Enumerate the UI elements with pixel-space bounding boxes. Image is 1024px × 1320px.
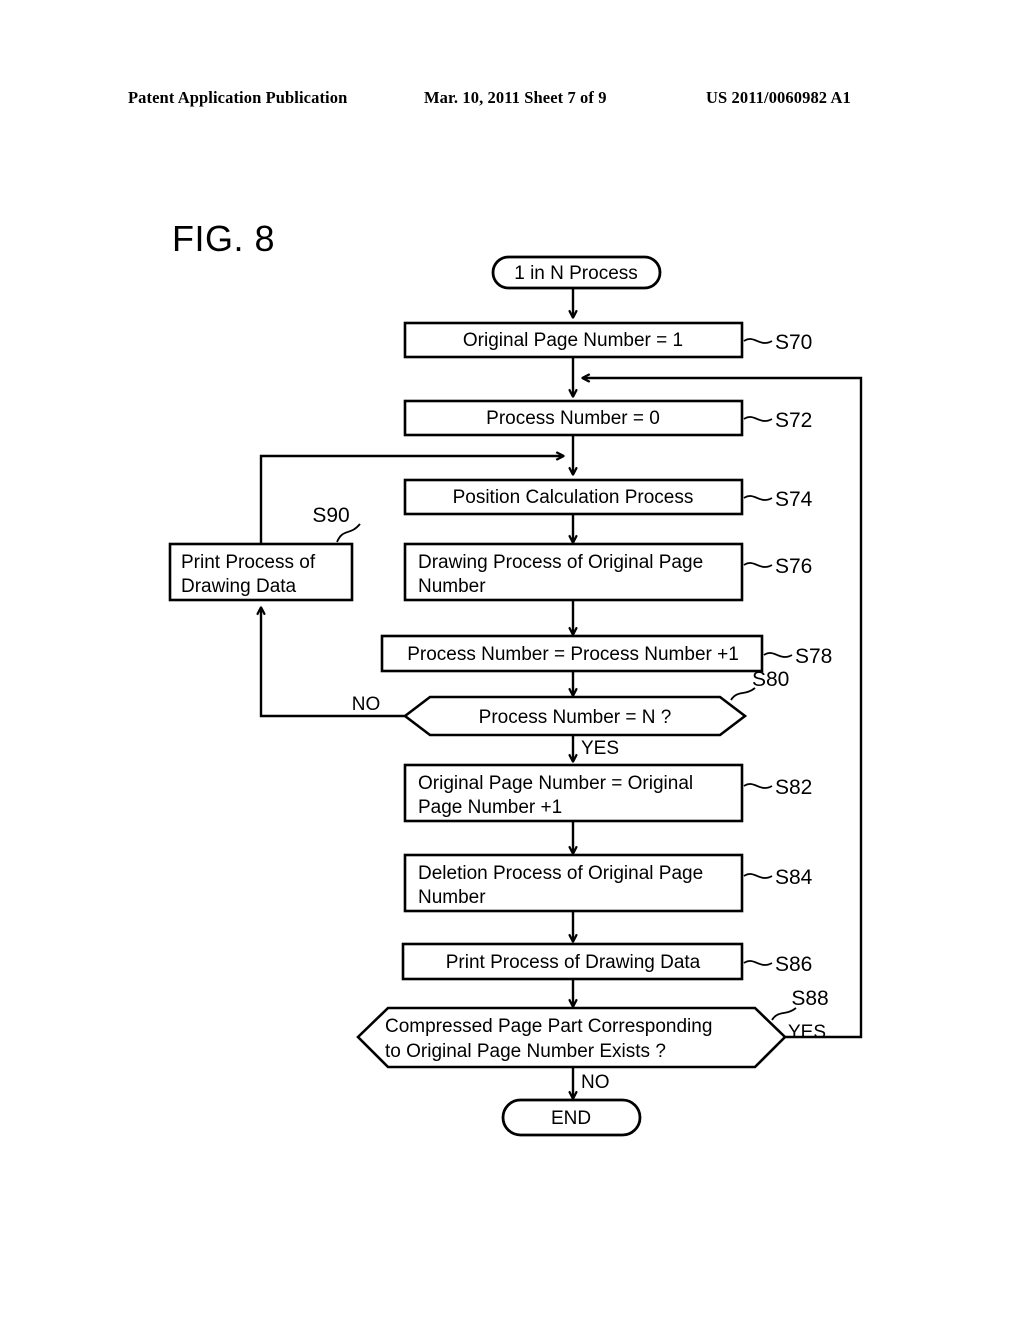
s90-box-label-line2: Drawing Data [181, 576, 297, 597]
s88-yes-edge-label: YES [788, 1022, 826, 1043]
s80-decision-label: Process Number = N ? [479, 707, 672, 728]
step-label-s72: S72 [775, 409, 812, 432]
end-terminal-label: END [551, 1108, 591, 1129]
step-label-s86: S86 [775, 953, 812, 976]
flowchart-diagram: 1 in N Process Original Page Number = 1 … [168, 255, 863, 1137]
s74-box-label: Position Calculation Process [453, 487, 694, 508]
s88-no-edge-label: NO [581, 1072, 610, 1093]
step-label-s74-group: S74 [743, 488, 813, 511]
step-label-s80-group: S80 [730, 668, 789, 701]
s78-box-label: Process Number = Process Number +1 [407, 644, 739, 665]
s70-box-label: Original Page Number = 1 [463, 330, 683, 351]
s90-box-label-line1: Print Process of [181, 552, 316, 573]
patent-figure-page: Patent Application Publication Mar. 10, … [0, 0, 1024, 1320]
s80-yes-edge-label: YES [581, 738, 619, 759]
node-s78-box[interactable]: Process Number = Process Number +1 [380, 634, 764, 673]
step-label-s78-group: S78 [763, 645, 832, 668]
step-label-s70: S70 [775, 331, 812, 354]
s82-box-label-line2: Page Number +1 [418, 797, 562, 818]
s80-no-edge-label: NO [352, 694, 381, 715]
node-s86-box[interactable]: Print Process of Drawing Data [401, 942, 744, 981]
s84-box-label-line2: Number [418, 887, 486, 908]
node-s72-box[interactable]: Process Number = 0 [403, 399, 744, 437]
s76-box-label-line2: Number [418, 576, 486, 597]
step-label-s78: S78 [795, 645, 832, 668]
node-s90-box[interactable]: Print Process of Drawing Data [168, 542, 354, 602]
s84-box-label-line1: Deletion Process of Original Page [418, 863, 703, 884]
step-label-s88-group: S88 [771, 987, 829, 1021]
step-label-s90: S90 [312, 504, 349, 527]
s82-box-label-line1: Original Page Number = Original [418, 773, 693, 794]
step-label-s70-group: S70 [743, 331, 812, 354]
node-s80-decision[interactable]: Process Number = N ? [402, 695, 748, 737]
s86-box-label: Print Process of Drawing Data [446, 952, 701, 973]
step-label-s80: S80 [752, 668, 789, 691]
node-s76-box[interactable]: Drawing Process of Original Page Number [403, 542, 744, 602]
step-label-s86-group: S86 [743, 953, 812, 976]
node-s70-box[interactable]: Original Page Number = 1 [403, 321, 744, 359]
step-label-s72-group: S72 [743, 409, 812, 432]
node-s74-box[interactable]: Position Calculation Process [403, 478, 744, 516]
node-start-terminal[interactable]: 1 in N Process [491, 255, 662, 290]
node-s82-box[interactable]: Original Page Number = Original Page Num… [403, 763, 744, 823]
step-label-s76-group: S76 [743, 555, 812, 578]
start-terminal-label: 1 in N Process [514, 263, 638, 284]
step-label-s90-group: S90 [312, 504, 361, 543]
s72-box-label: Process Number = 0 [486, 408, 660, 429]
node-end-terminal[interactable]: END [501, 1098, 642, 1137]
step-label-s88: S88 [791, 987, 828, 1010]
step-label-s82-group: S82 [743, 776, 812, 799]
s76-box-label-line1: Drawing Process of Original Page [418, 552, 703, 573]
step-label-s82: S82 [775, 776, 812, 799]
step-label-s84: S84 [775, 866, 813, 889]
node-s88-decision[interactable]: Compressed Page Part Corresponding to Or… [356, 1006, 787, 1069]
node-s84-box[interactable]: Deletion Process of Original Page Number [403, 853, 744, 913]
step-label-s74: S74 [775, 488, 813, 511]
step-label-s76: S76 [775, 555, 812, 578]
s88-decision-label-line2: to Original Page Number Exists ? [385, 1041, 666, 1062]
s88-decision-label-line1: Compressed Page Part Corresponding [385, 1016, 712, 1037]
step-label-s84-group: S84 [743, 866, 813, 889]
